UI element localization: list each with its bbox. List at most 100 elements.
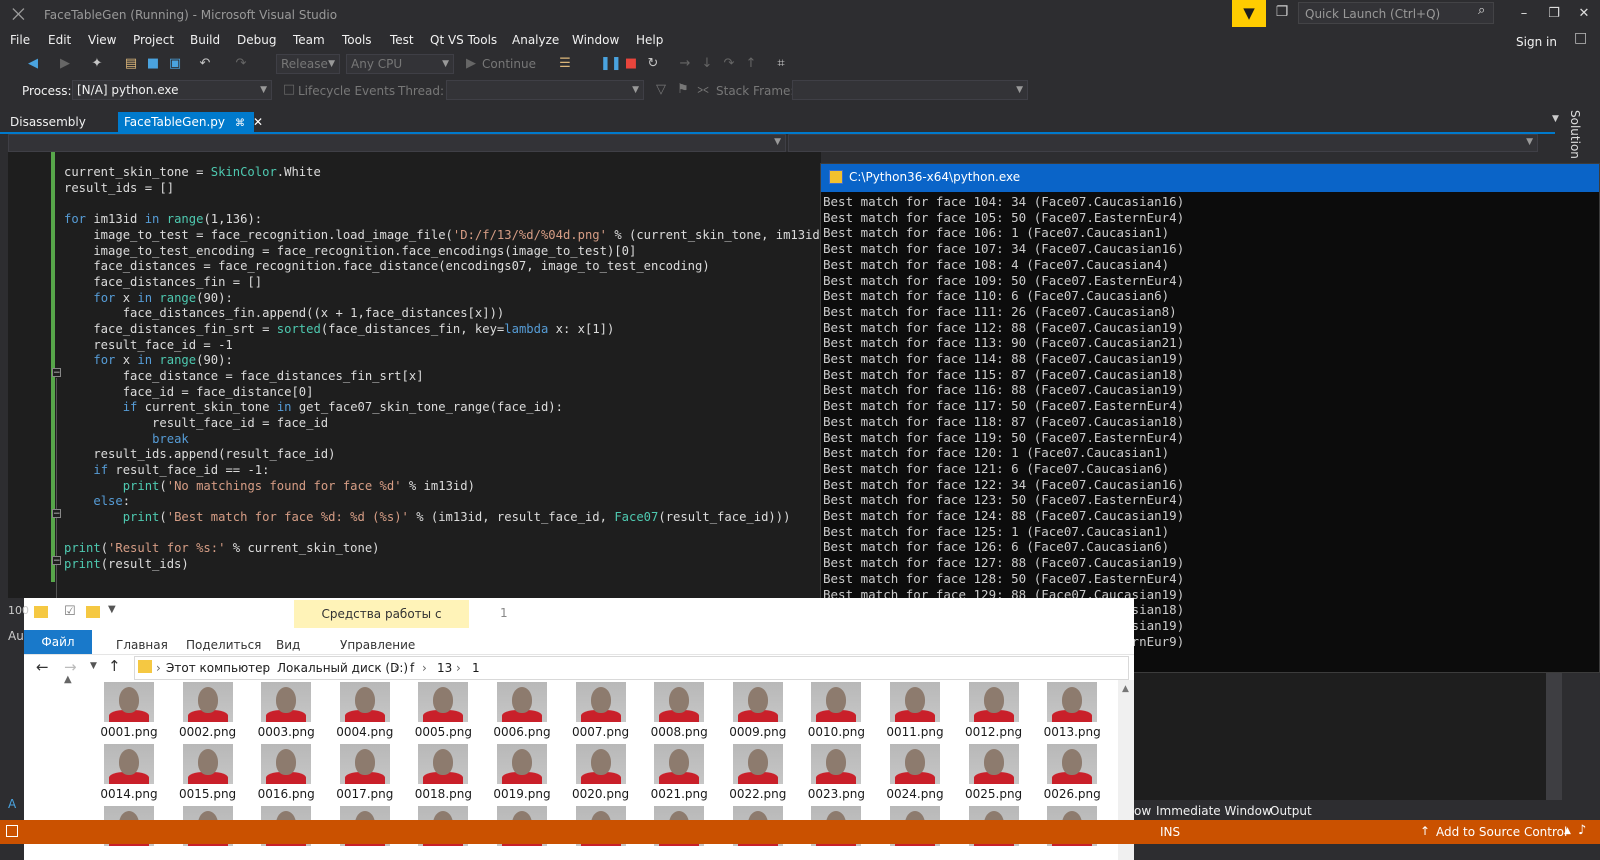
file-thumbnail[interactable]: 0022.png bbox=[723, 744, 793, 801]
hex-display-icon[interactable]: ⌗ bbox=[772, 55, 790, 73]
close-icon[interactable]: ✕ bbox=[253, 115, 263, 129]
show-next-statement-icon[interactable]: → bbox=[676, 55, 694, 73]
file-thumbnail[interactable]: 0006.png bbox=[487, 682, 557, 739]
continue-button[interactable]: Continue bbox=[482, 57, 536, 71]
file-thumbnail[interactable]: 0019.png bbox=[487, 744, 557, 801]
collapse-icon[interactable]: − bbox=[52, 368, 61, 378]
navigation-bar-members[interactable]: ▼ bbox=[788, 134, 1538, 152]
file-thumbnail[interactable]: 0009.png bbox=[723, 682, 793, 739]
file-thumbnail[interactable]: 0015.png bbox=[173, 744, 243, 801]
tab-share[interactable]: Поделиться bbox=[186, 638, 261, 652]
menu-project[interactable]: Project bbox=[133, 33, 174, 47]
vertical-scrollbar[interactable] bbox=[1546, 673, 1562, 800]
lifecycle-events-dropdown[interactable]: Lifecycle Events bbox=[298, 84, 395, 98]
file-thumbnail[interactable]: 0014.png bbox=[94, 744, 164, 801]
file-thumbnail[interactable]: 0003.png bbox=[251, 682, 321, 739]
tab-call-stack-partial[interactable]: ow bbox=[1134, 804, 1151, 818]
notification-bell-icon[interactable]: ♪ bbox=[1578, 823, 1586, 838]
breadcrumb-local-disk[interactable]: Локальный диск (D:) bbox=[277, 661, 408, 675]
collapse-icon[interactable]: − bbox=[52, 509, 61, 519]
breadcrumb-1[interactable]: 1 bbox=[472, 661, 480, 675]
scroll-up-icon[interactable]: ▲ bbox=[64, 674, 72, 685]
tab-file-menu[interactable]: Файл bbox=[24, 630, 92, 654]
solution-explorer-tab[interactable]: Solution E bbox=[1568, 110, 1582, 170]
menu-window[interactable]: Window bbox=[572, 33, 619, 47]
split-stacks-icon[interactable]: ⪥ bbox=[694, 81, 712, 99]
thread-select[interactable]: ▼ bbox=[446, 80, 644, 100]
notification-filter-icon[interactable]: ▼ bbox=[1232, 0, 1266, 27]
upload-arrow-icon[interactable]: ↑ bbox=[1420, 824, 1430, 838]
file-thumbnail[interactable]: 0004.png bbox=[330, 682, 400, 739]
file-thumbnail[interactable]: 0020.png bbox=[566, 744, 636, 801]
picture-tools-tab[interactable]: Средства работы с рисунками bbox=[294, 600, 469, 649]
undo-icon[interactable]: ↶ bbox=[196, 55, 214, 73]
save-icon[interactable]: ■ bbox=[144, 55, 162, 73]
flag-icon[interactable]: ⚑ bbox=[674, 81, 692, 99]
search-icon[interactable]: ⌕ bbox=[1478, 3, 1485, 18]
file-thumbnail[interactable]: 0008.png bbox=[644, 682, 714, 739]
process-select[interactable]: [N/A] python.exe ▼ bbox=[72, 80, 272, 100]
menu-edit[interactable]: Edit bbox=[48, 33, 71, 47]
menu-help[interactable]: Help bbox=[636, 33, 663, 47]
python-console-window[interactable]: C:\Python36-x64\python.exe Best match fo… bbox=[820, 163, 1600, 673]
properties-icon[interactable]: ☑ bbox=[64, 604, 76, 619]
filter-threads-icon[interactable]: ▽ bbox=[652, 81, 670, 99]
file-thumbnail[interactable]: 0018.png bbox=[408, 744, 478, 801]
tab-output[interactable]: Output bbox=[1270, 804, 1312, 818]
tab-manage[interactable]: Управление bbox=[340, 638, 415, 652]
quick-launch-input[interactable]: Quick Launch (Ctrl+Q) bbox=[1298, 2, 1494, 24]
chevron-up-icon[interactable]: ▲ bbox=[1564, 826, 1571, 836]
redo-icon[interactable]: ↷ bbox=[232, 55, 250, 73]
back-icon[interactable]: ◀ bbox=[24, 55, 42, 73]
close-button[interactable]: ✕ bbox=[1570, 4, 1598, 24]
breadcrumb-13[interactable]: 13 bbox=[437, 661, 452, 675]
pin-icon[interactable]: ⌘ bbox=[235, 118, 245, 129]
recent-locations-icon[interactable]: ▼ bbox=[90, 661, 97, 671]
menu-build[interactable]: Build bbox=[190, 33, 220, 47]
menu-view[interactable]: View bbox=[88, 33, 116, 47]
file-thumbnail[interactable]: 0023.png bbox=[801, 744, 871, 801]
collapse-icon[interactable]: − bbox=[52, 556, 61, 566]
zoom-level[interactable]: 100 bbox=[8, 604, 29, 617]
menu-team[interactable]: Team bbox=[293, 33, 325, 47]
save-all-icon[interactable]: ▣ bbox=[166, 55, 184, 73]
tab-disassembly[interactable]: Disassembly bbox=[0, 112, 118, 132]
tab-immediate-window[interactable]: Immediate Window bbox=[1156, 804, 1272, 818]
file-thumbnail[interactable]: 0005.png bbox=[408, 682, 478, 739]
up-arrow-icon[interactable]: ↑ bbox=[108, 657, 121, 675]
breadcrumb-f[interactable]: f bbox=[410, 661, 414, 675]
stop-icon[interactable]: ■ bbox=[622, 55, 640, 73]
menu-test[interactable]: Test bbox=[390, 33, 414, 47]
file-thumbnail[interactable]: 0011.png bbox=[880, 682, 950, 739]
config-select[interactable]: Release ▼ bbox=[276, 54, 340, 74]
file-thumbnail[interactable]: 0025.png bbox=[959, 744, 1029, 801]
new-project-icon[interactable]: ✦ bbox=[88, 55, 106, 73]
file-thumbnail[interactable]: 0017.png bbox=[330, 744, 400, 801]
file-thumbnail[interactable]: 0012.png bbox=[959, 682, 1029, 739]
feedback-icon[interactable]: ❐ bbox=[1270, 4, 1294, 24]
account-icon[interactable]: □ bbox=[1574, 30, 1594, 50]
file-thumbnail[interactable]: 0021.png bbox=[644, 744, 714, 801]
step-out-icon[interactable]: ↑ bbox=[742, 55, 760, 73]
stack-frame-select[interactable]: ▼ bbox=[792, 80, 1028, 100]
new-folder-icon[interactable] bbox=[86, 606, 100, 618]
process-icon[interactable]: ☰ bbox=[556, 55, 574, 73]
customize-qat-icon[interactable]: ▼ bbox=[108, 604, 116, 615]
menu-file[interactable]: File bbox=[10, 33, 30, 47]
file-thumbnail[interactable]: 0001.png bbox=[94, 682, 164, 739]
continue-icon[interactable]: ▶ bbox=[462, 55, 480, 73]
scroll-up-icon[interactable]: ▲ bbox=[1122, 684, 1129, 694]
pause-icon[interactable]: ❚❚ bbox=[600, 55, 622, 73]
tab-view[interactable]: Вид bbox=[276, 638, 300, 652]
side-tab-partial[interactable]: A bbox=[8, 797, 16, 811]
file-thumbnail[interactable]: 0002.png bbox=[173, 682, 243, 739]
file-thumbnail[interactable]: 0007.png bbox=[566, 682, 636, 739]
menu-tools[interactable]: Tools bbox=[342, 33, 372, 47]
step-over-icon[interactable]: ↷ bbox=[720, 55, 738, 73]
code-editor[interactable]: − − − current_skin_tone = SkinColor.Whit… bbox=[8, 152, 821, 598]
file-thumbnail[interactable]: 0026.png bbox=[1037, 744, 1107, 801]
menu-analyze[interactable]: Analyze bbox=[512, 33, 559, 47]
restart-icon[interactable]: ↻ bbox=[644, 55, 662, 73]
back-arrow-icon[interactable]: ← bbox=[36, 658, 49, 676]
breadcrumb-this-pc[interactable]: Этот компьютер bbox=[166, 661, 270, 675]
